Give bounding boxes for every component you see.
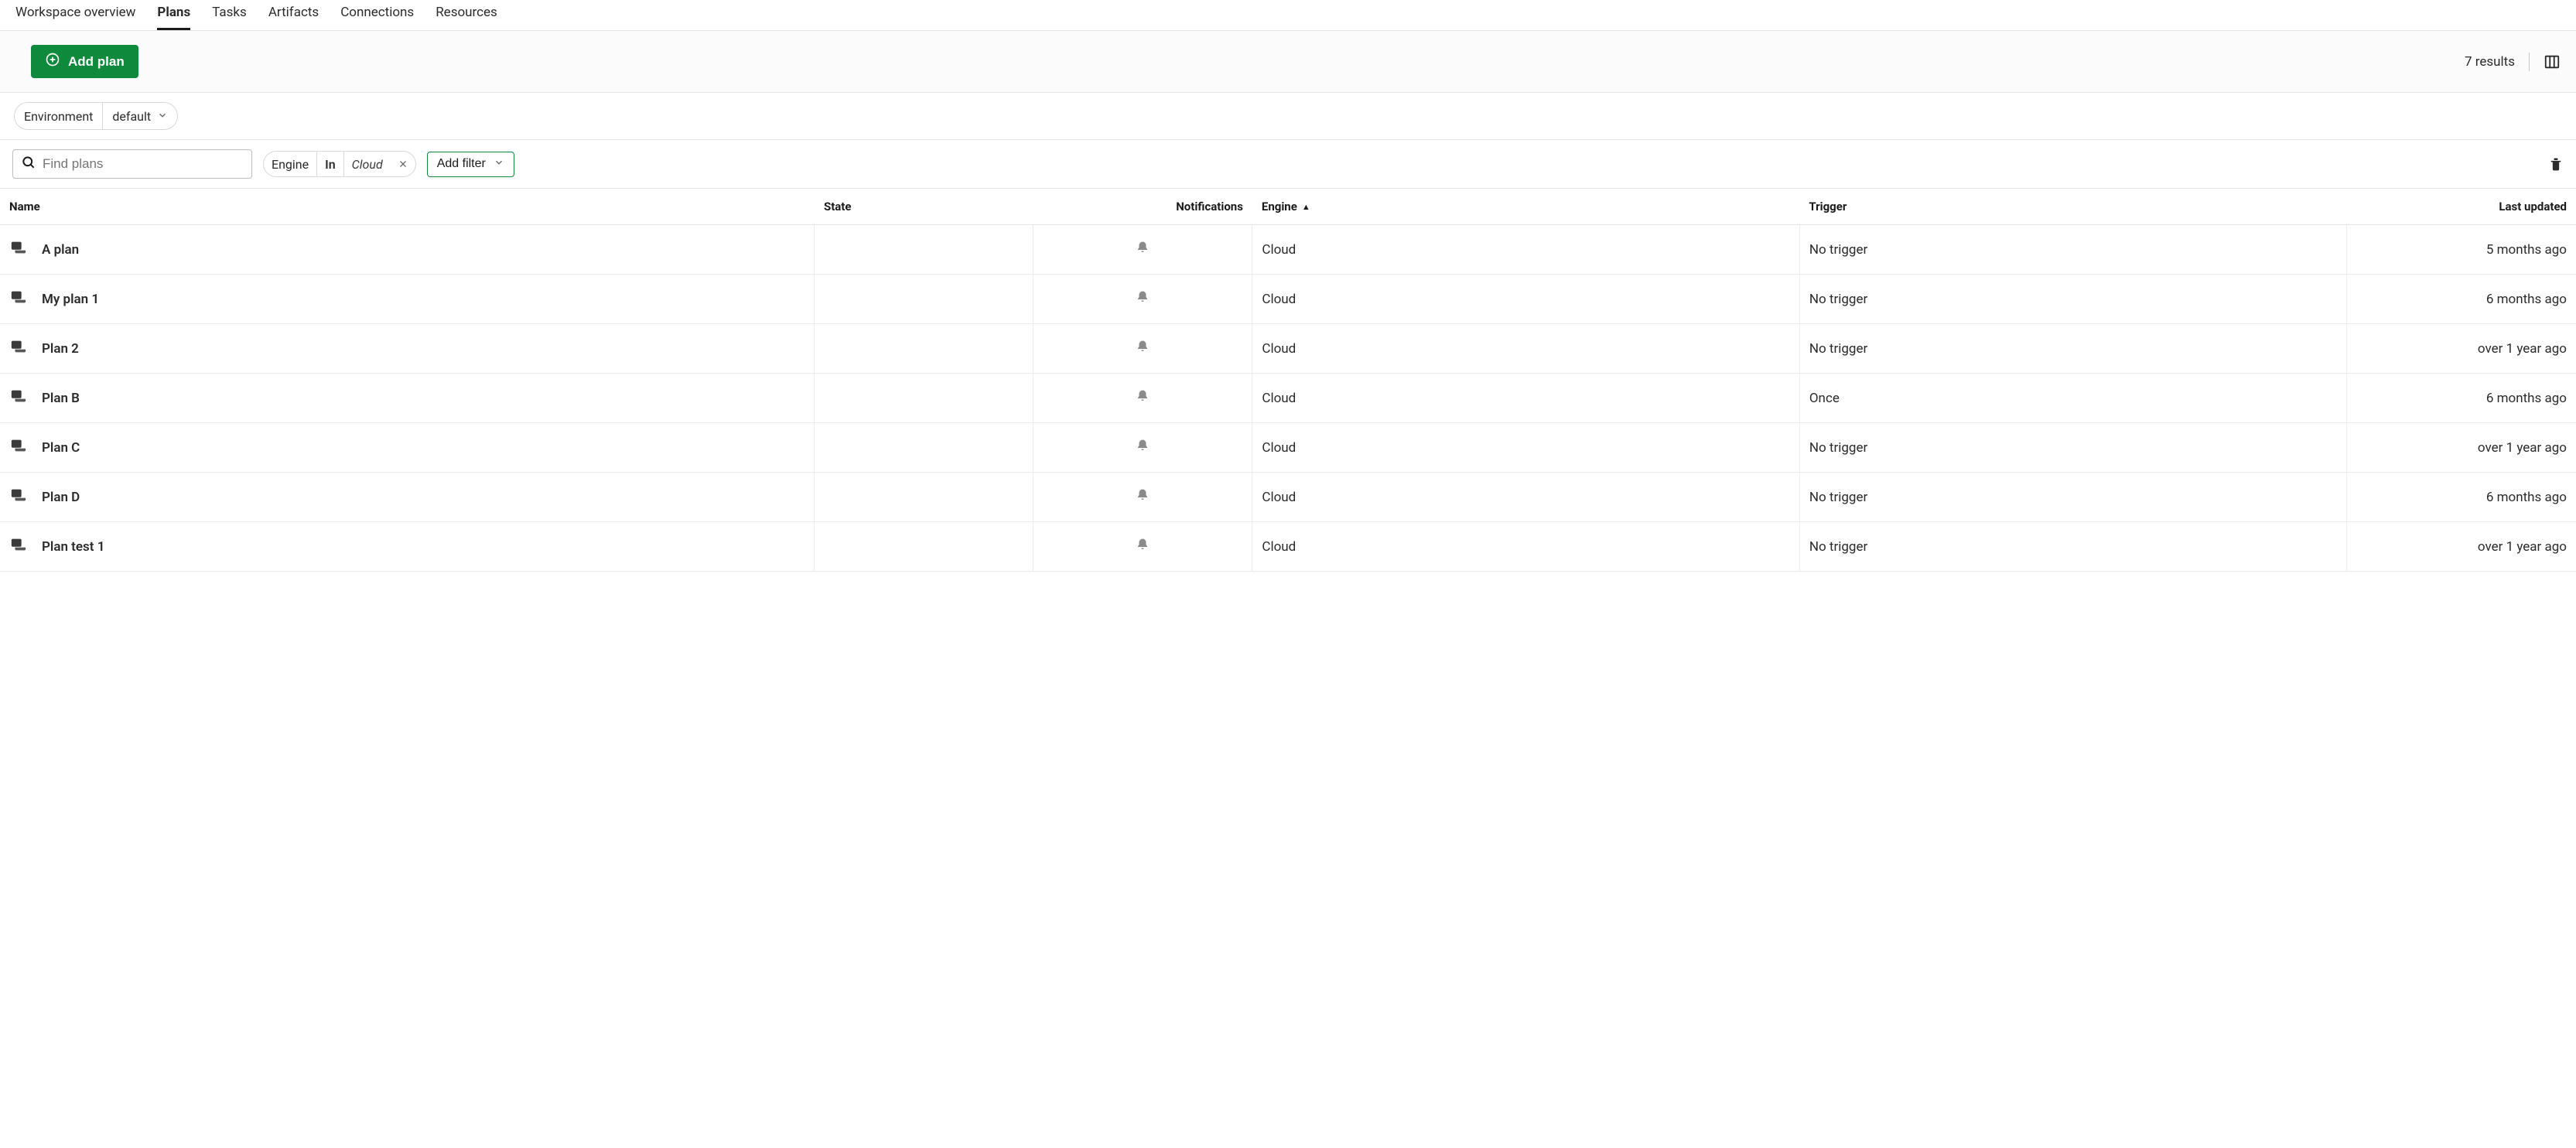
- plan-engine: Cloud: [1252, 275, 1799, 324]
- bell-icon[interactable]: [1136, 388, 1150, 404]
- table-row[interactable]: Plan B Cloud Once 6 months ago: [0, 374, 2576, 423]
- tab-workspace-overview[interactable]: Workspace overview: [15, 0, 135, 30]
- environment-value: default: [112, 109, 151, 124]
- plan-name: My plan 1: [42, 292, 99, 307]
- tab-tasks[interactable]: Tasks: [212, 0, 247, 30]
- table-row[interactable]: Plan C Cloud No trigger over 1 year ago: [0, 423, 2576, 473]
- filter-chip-operator: In: [325, 157, 336, 172]
- filter-chip-engine[interactable]: Engine In Cloud: [263, 151, 416, 177]
- plans-table: Name State Notifications Engine ▲ Trigge…: [0, 189, 2576, 572]
- plus-circle-icon: [45, 52, 60, 71]
- search-icon: [21, 155, 36, 173]
- add-plan-button[interactable]: Add plan: [31, 45, 138, 78]
- plan-icon: [9, 289, 28, 309]
- table-row[interactable]: A plan Cloud No trigger 5 months ago: [0, 225, 2576, 275]
- tab-connections[interactable]: Connections: [340, 0, 414, 30]
- chevron-down-icon: [494, 157, 504, 172]
- plan-name: Plan D: [42, 490, 80, 505]
- tab-resources[interactable]: Resources: [436, 0, 497, 30]
- add-filter-label: Add filter: [437, 157, 486, 171]
- plan-state: [815, 324, 1033, 374]
- action-bar: Add plan 7 results: [0, 31, 2576, 93]
- filter-chip-value: Cloud: [352, 157, 383, 172]
- plan-trigger: No trigger: [1799, 423, 2346, 473]
- plan-last-updated: 6 months ago: [2347, 473, 2576, 522]
- plan-engine: Cloud: [1252, 473, 1799, 522]
- plan-state: [815, 473, 1033, 522]
- bell-icon[interactable]: [1136, 289, 1150, 305]
- plan-engine: Cloud: [1252, 522, 1799, 572]
- plan-state: [815, 275, 1033, 324]
- col-notifications[interactable]: Notifications: [1033, 189, 1252, 225]
- columns-icon[interactable]: [2544, 53, 2561, 70]
- plan-last-updated: over 1 year ago: [2347, 423, 2576, 473]
- col-engine[interactable]: Engine ▲: [1252, 189, 1799, 225]
- plan-engine: Cloud: [1252, 324, 1799, 374]
- plan-icon: [9, 487, 28, 507]
- plan-last-updated: over 1 year ago: [2347, 522, 2576, 572]
- add-filter-button[interactable]: Add filter: [427, 152, 514, 177]
- plan-trigger: No trigger: [1799, 473, 2346, 522]
- plan-state: [815, 374, 1033, 423]
- col-state[interactable]: State: [815, 189, 1033, 225]
- plan-last-updated: 5 months ago: [2347, 225, 2576, 275]
- add-plan-label: Add plan: [68, 54, 125, 70]
- bell-icon[interactable]: [1136, 240, 1150, 255]
- plan-state: [815, 225, 1033, 275]
- filter-bar: Engine In Cloud Add filter: [0, 140, 2576, 189]
- plan-name: Plan test 1: [42, 539, 104, 555]
- table-header-row: Name State Notifications Engine ▲ Trigge…: [0, 189, 2576, 225]
- clear-filters-icon[interactable]: [2548, 155, 2564, 173]
- environment-bar: Environment default: [0, 93, 2576, 140]
- divider: [2529, 53, 2530, 71]
- table-row[interactable]: Plan 2 Cloud No trigger over 1 year ago: [0, 324, 2576, 374]
- plan-trigger: No trigger: [1799, 275, 2346, 324]
- plan-state: [815, 423, 1033, 473]
- col-name[interactable]: Name: [0, 189, 815, 225]
- plan-engine: Cloud: [1252, 423, 1799, 473]
- environment-selector[interactable]: Environment default: [14, 102, 178, 130]
- plan-name: Plan C: [42, 440, 80, 456]
- table-row[interactable]: My plan 1 Cloud No trigger 6 months ago: [0, 275, 2576, 324]
- plan-last-updated: over 1 year ago: [2347, 324, 2576, 374]
- plan-state: [815, 522, 1033, 572]
- bell-icon[interactable]: [1136, 537, 1150, 552]
- chevron-down-icon: [157, 109, 168, 124]
- plan-name: Plan B: [42, 391, 80, 406]
- plan-icon: [9, 536, 28, 557]
- search-box[interactable]: [12, 149, 252, 179]
- plan-name: A plan: [42, 242, 79, 258]
- plan-engine: Cloud: [1252, 225, 1799, 275]
- plan-trigger: No trigger: [1799, 522, 2346, 572]
- bell-icon[interactable]: [1136, 438, 1150, 453]
- plan-icon: [9, 437, 28, 458]
- plan-trigger: No trigger: [1799, 225, 2346, 275]
- plan-name: Plan 2: [42, 341, 79, 357]
- results-count: 7 results: [2465, 54, 2515, 70]
- filter-chip-field: Engine: [264, 157, 316, 172]
- table-row[interactable]: Plan test 1 Cloud No trigger over 1 year…: [0, 522, 2576, 572]
- plan-last-updated: 6 months ago: [2347, 374, 2576, 423]
- plan-icon: [9, 239, 28, 260]
- col-engine-label: Engine: [1262, 200, 1297, 214]
- plan-icon: [9, 338, 28, 359]
- plan-engine: Cloud: [1252, 374, 1799, 423]
- plan-trigger: No trigger: [1799, 324, 2346, 374]
- bell-icon[interactable]: [1136, 487, 1150, 503]
- plan-trigger: Once: [1799, 374, 2346, 423]
- tab-artifacts[interactable]: Artifacts: [268, 0, 319, 30]
- table-row[interactable]: Plan D Cloud No trigger 6 months ago: [0, 473, 2576, 522]
- tab-plans[interactable]: Plans: [157, 0, 190, 30]
- bell-icon[interactable]: [1136, 339, 1150, 354]
- col-last-updated[interactable]: Last updated: [2347, 189, 2576, 225]
- workspace-tabs: Workspace overview Plans Tasks Artifacts…: [0, 0, 2576, 31]
- sort-asc-icon: ▲: [1302, 202, 1310, 212]
- environment-label: Environment: [15, 109, 102, 124]
- plan-icon: [9, 388, 28, 408]
- filter-chip-remove[interactable]: [391, 159, 415, 169]
- search-input[interactable]: [43, 156, 244, 172]
- plan-last-updated: 6 months ago: [2347, 275, 2576, 324]
- col-trigger[interactable]: Trigger: [1799, 189, 2346, 225]
